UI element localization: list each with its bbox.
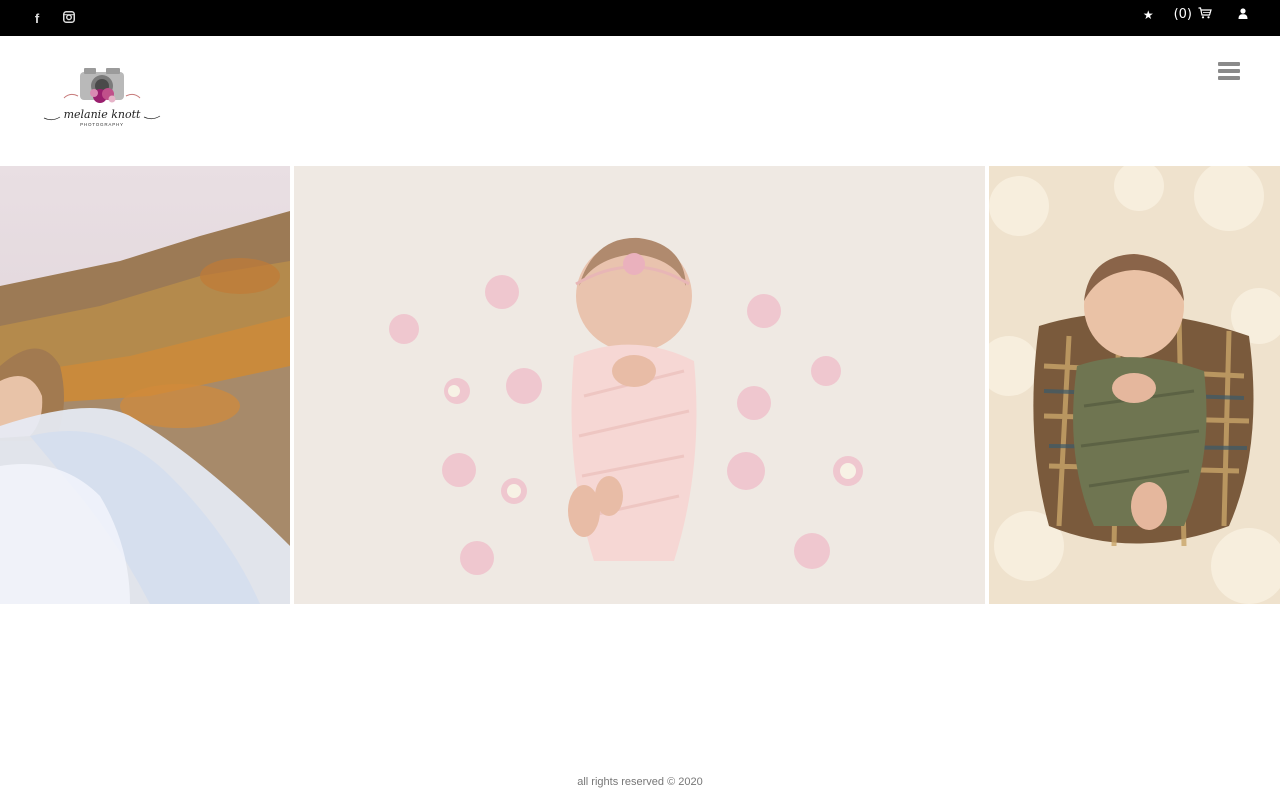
carousel-dot[interactable] [640, 743, 646, 749]
top-bar: f ★ (0) [0, 0, 1280, 36]
account-tools: ★ (0) [1143, 7, 1248, 22]
carousel-dot[interactable] [430, 743, 436, 749]
carousel-dot[interactable] [610, 743, 616, 749]
footer-copyright: all rights reserved © 2020 [577, 776, 703, 788]
carousel-dot[interactable] [820, 743, 826, 749]
carousel-dot[interactable] [700, 743, 706, 749]
favorites-star-icon[interactable]: ★ [1143, 8, 1154, 22]
carousel-dot[interactable] [400, 743, 406, 749]
menu-hamburger-icon[interactable] [1218, 62, 1240, 82]
brand-name: melanie knott [64, 108, 141, 121]
carousel-dot[interactable] [730, 743, 736, 749]
account-user-icon[interactable] [1238, 7, 1248, 22]
carousel-slide-newborn-green[interactable] [989, 166, 1280, 604]
facebook-icon[interactable]: f [30, 11, 44, 28]
carousel-dot[interactable] [850, 743, 856, 749]
carousel-slide-newborn-pink[interactable] [294, 166, 985, 604]
carousel-dot[interactable] [460, 743, 466, 749]
instagram-icon[interactable] [62, 11, 76, 28]
carousel-dot[interactable] [580, 743, 586, 749]
carousel-dot[interactable] [340, 743, 346, 749]
brand-logo[interactable]: melanie knott PHOTOGRAPHY [42, 62, 162, 130]
carousel-dot[interactable] [790, 743, 796, 749]
cart-icon[interactable] [1198, 7, 1212, 22]
carousel-dot[interactable] [940, 743, 946, 749]
carousel-dot[interactable] [250, 743, 256, 749]
carousel-pagination [250, 743, 1006, 751]
carousel-dot[interactable] [670, 743, 676, 749]
carousel-dot[interactable] [880, 743, 886, 749]
carousel-dot[interactable] [520, 743, 526, 749]
brand-tagline: PHOTOGRAPHY [80, 122, 124, 127]
carousel-slide-bride[interactable] [0, 166, 290, 604]
carousel-dot[interactable] [310, 743, 316, 749]
carousel-dot[interactable] [760, 743, 766, 749]
carousel-dot[interactable] [1000, 743, 1006, 749]
carousel-dot[interactable] [910, 743, 916, 749]
carousel-dot[interactable] [280, 743, 286, 749]
carousel-dot[interactable] [550, 743, 556, 749]
cart-count[interactable]: (0) [1174, 7, 1192, 22]
carousel-dot[interactable] [970, 743, 976, 749]
photo-carousel[interactable] [0, 166, 1280, 749]
social-links: f [30, 11, 76, 28]
carousel-dot[interactable] [490, 743, 496, 749]
carousel-dot[interactable] [370, 743, 376, 749]
